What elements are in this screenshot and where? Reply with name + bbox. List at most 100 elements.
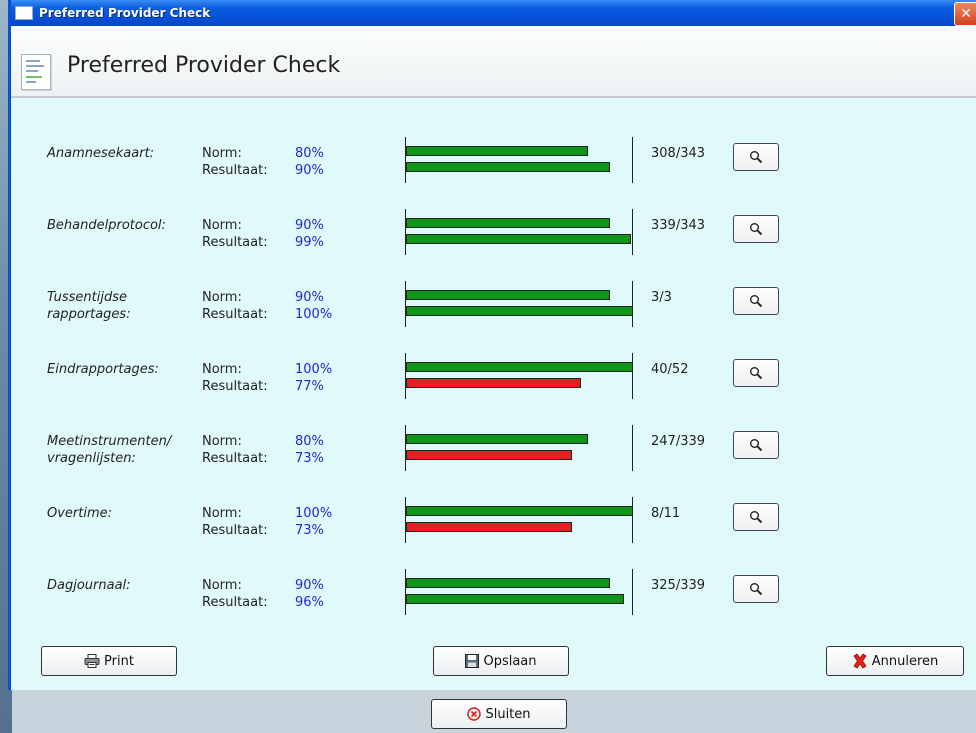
close-button[interactable]: Sluiten [431, 699, 567, 729]
magnifier-icon [749, 222, 763, 236]
magnifier-icon [749, 294, 763, 308]
result-label: Resultaat: [202, 379, 268, 394]
category-label-line: Overtime: [47, 506, 113, 521]
title-bar: Preferred Provider Check ✕ [11, 0, 976, 26]
category-label-line: Dagjournaal: [47, 578, 131, 593]
metric-values: 80% 90% [295, 145, 355, 179]
metric-values: 90% 100% [295, 289, 355, 323]
category-label-line: Eindrapportages: [47, 362, 159, 377]
bar-axis-start [405, 137, 406, 183]
result-label: Resultaat: [202, 595, 268, 610]
bar-axis-end [632, 425, 633, 471]
window-app-icon [15, 6, 33, 20]
norm-label: Norm: [202, 146, 242, 161]
metric-values: 100% 77% [295, 361, 355, 395]
category-label: Overtime: [47, 505, 197, 522]
red-x-icon [852, 653, 868, 669]
check-row: Meetinstrumenten/vragenlijsten: Norm: Resu… [11, 425, 976, 481]
norm-bar [406, 290, 610, 300]
inspect-button[interactable] [733, 575, 779, 603]
metric-labels: Norm: Resultaat: [202, 577, 282, 611]
print-label: Print [104, 653, 134, 669]
result-label: Resultaat: [202, 451, 268, 466]
metric-labels: Norm: Resultaat: [202, 433, 282, 467]
metric-labels: Norm: Resultaat: [202, 361, 282, 395]
inspect-button[interactable] [733, 287, 779, 315]
inspect-button[interactable] [733, 503, 779, 531]
magnifier-icon [749, 438, 763, 452]
result-bar [406, 234, 631, 244]
dialog-header: Preferred Provider Check [11, 26, 976, 98]
category-label: Dagjournaal: [47, 577, 197, 594]
norm-bar [406, 218, 610, 228]
page-title: Preferred Provider Check [67, 53, 341, 78]
save-label: Opslaan [483, 653, 537, 669]
metric-labels: Norm: Resultaat: [202, 289, 282, 323]
window-close-button[interactable]: ✕ [954, 2, 976, 26]
norm-bar [406, 578, 610, 588]
bar-axis-end [632, 281, 633, 327]
cancel-label: Annuleren [871, 653, 939, 669]
norm-label: Norm: [202, 434, 242, 449]
result-bar [406, 594, 624, 604]
category-label-line: Tussentijdse [47, 290, 127, 305]
floppy-disk-icon [465, 654, 480, 668]
record-count: 247/339 [651, 434, 706, 449]
result-label: Resultaat: [202, 163, 268, 178]
norm-label: Norm: [202, 218, 242, 233]
bar-axis-start [405, 497, 406, 543]
check-row: Behandelprotocol: Norm: Resultaat: 90% 99% 33… [11, 209, 976, 265]
category-label: Behandelprotocol: [47, 217, 197, 234]
norm-value: 100% [295, 362, 333, 377]
norm-bar [406, 362, 633, 372]
norm-label: Norm: [202, 578, 242, 593]
category-label-line: Meetinstrumenten/ [47, 434, 172, 449]
magnifier-icon [749, 510, 763, 524]
metric-labels: Norm: Resultaat: [202, 505, 282, 539]
result-bar [406, 522, 572, 532]
norm-value: 80% [295, 146, 324, 161]
save-button[interactable]: Opslaan [433, 646, 569, 676]
record-count: 339/343 [651, 218, 706, 233]
norm-bar [406, 506, 633, 516]
check-row: Anamnesekaart: Norm: Resultaat: 80% 90% 308/3… [11, 137, 976, 193]
bar-axis-end [632, 137, 633, 183]
record-count: 8/11 [651, 506, 681, 521]
check-row: Eindrapportages: Norm: Resultaat: 100% 77% 40… [11, 353, 976, 409]
norm-bar [406, 434, 588, 444]
category-label: Eindrapportages: [47, 361, 197, 378]
bar-axis-start [405, 209, 406, 255]
bar-axis-end [632, 569, 633, 615]
category-label: Anamnesekaart: [47, 145, 197, 162]
result-value: 73% [295, 523, 324, 538]
cancel-button[interactable]: Annuleren [826, 646, 964, 676]
metric-labels: Norm: Resultaat: [202, 145, 282, 179]
inspect-button[interactable] [733, 431, 779, 459]
magnifier-icon [749, 582, 763, 596]
result-value: 90% [295, 163, 324, 178]
norm-value: 80% [295, 434, 324, 449]
norm-value: 90% [295, 218, 324, 233]
bar-axis-start [405, 281, 406, 327]
category-label: Meetinstrumenten/vragenlijsten: [47, 433, 197, 467]
bar-axis-start [405, 353, 406, 399]
result-label: Resultaat: [202, 307, 268, 322]
printer-icon [84, 654, 100, 668]
norm-label: Norm: [202, 290, 242, 305]
metric-values: 90% 96% [295, 577, 355, 611]
result-value: 77% [295, 379, 324, 394]
result-value: 96% [295, 595, 324, 610]
metric-values: 80% 73% [295, 433, 355, 467]
category-label-line: rapportages: [47, 307, 131, 322]
norm-label: Norm: [202, 362, 242, 377]
print-button[interactable]: Print [41, 646, 177, 676]
inspect-button[interactable] [733, 143, 779, 171]
close-label: Sluiten [485, 706, 531, 722]
inspect-button[interactable] [733, 359, 779, 387]
result-value: 100% [295, 307, 333, 322]
inspect-button[interactable] [733, 215, 779, 243]
check-row: Tussentijdse rapportages: Norm: Resultaat: 9… [11, 281, 976, 337]
record-count: 308/343 [651, 146, 706, 161]
result-label: Resultaat: [202, 235, 268, 250]
close-circle-icon [467, 707, 482, 721]
